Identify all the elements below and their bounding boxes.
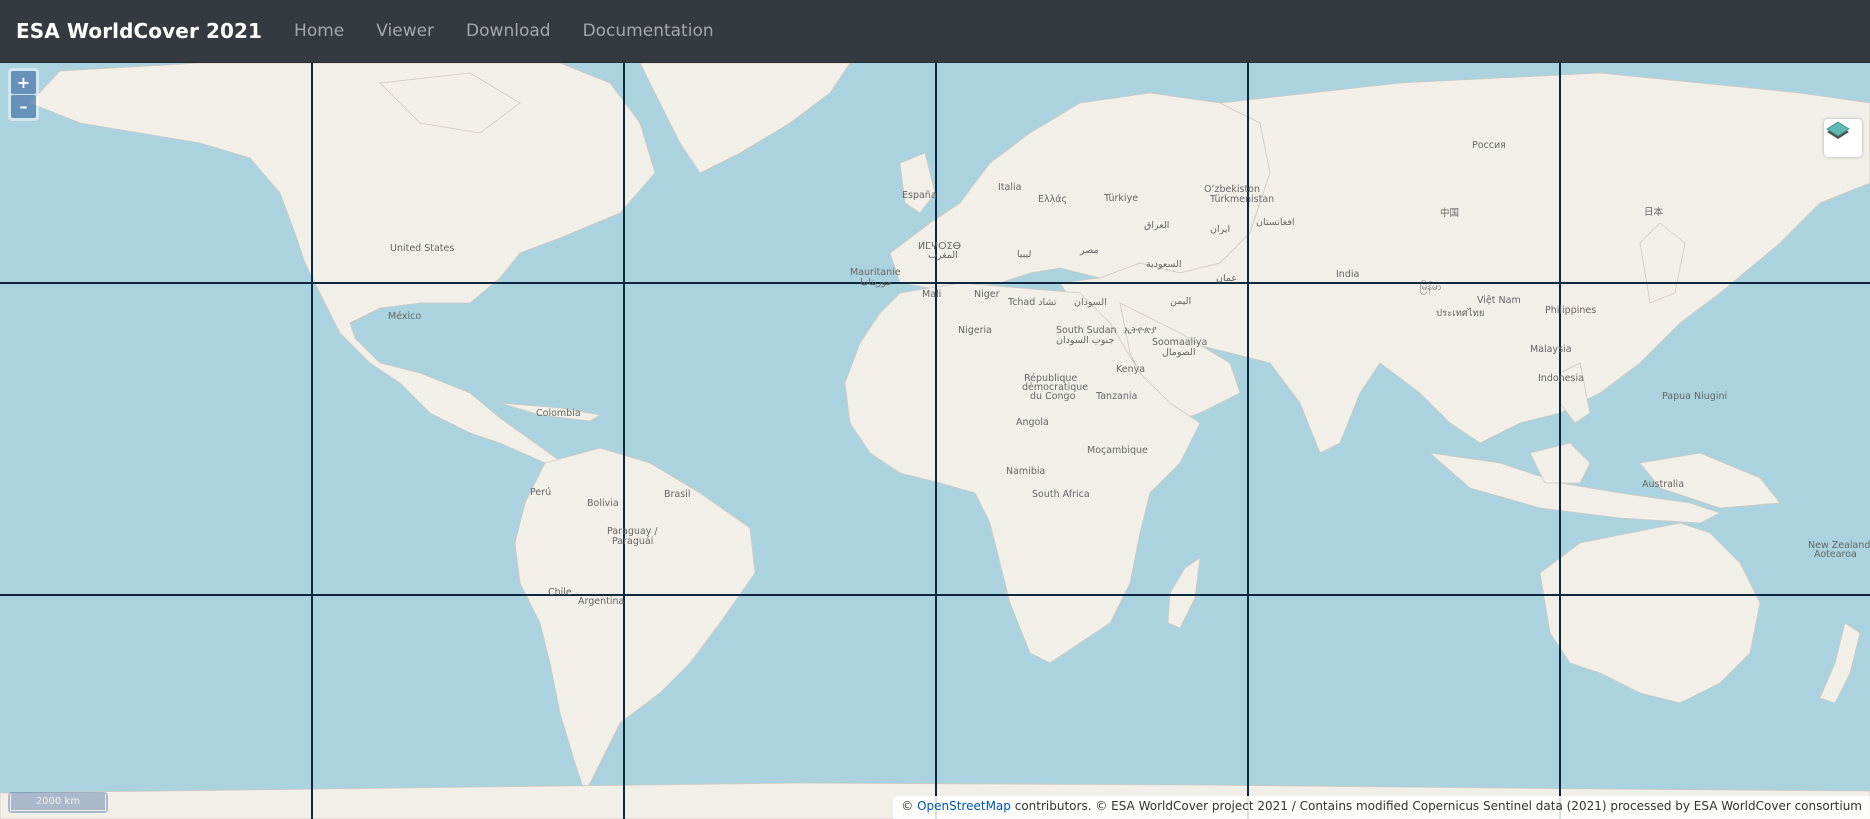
place-label: España (902, 190, 937, 201)
place-label: عمان (1216, 273, 1237, 284)
place-label: الصومال (1162, 347, 1196, 358)
place-label: Paraguái (612, 536, 653, 547)
place-label: السعودية (1146, 259, 1181, 270)
layer-switcher-button[interactable] (1824, 119, 1862, 157)
place-label: Niger (974, 289, 1000, 300)
place-label: Türkiye (1103, 193, 1138, 204)
place-label: ኢትዮጵያ (1124, 325, 1157, 336)
place-label: Kenya (1116, 364, 1145, 375)
place-label: ประเทศไทย (1436, 307, 1484, 319)
place-label: Colombia (536, 408, 581, 419)
place-label: United States (390, 243, 454, 254)
place-label: မြန်မာ (1420, 281, 1441, 294)
place-label: Malaysia (1530, 344, 1572, 355)
place-label: العراق (1144, 220, 1169, 231)
place-label: افغانستان (1256, 217, 1295, 228)
nav-link-download[interactable]: Download (466, 21, 551, 41)
place-label: Italia (998, 182, 1021, 193)
place-label: India (1336, 269, 1359, 280)
place-label: Philippines (1545, 305, 1596, 316)
place-label: Moçambique (1087, 445, 1148, 456)
place-label: Bolivia (587, 498, 619, 509)
place-label: مصر (1079, 245, 1099, 256)
place-label: Mali (922, 289, 941, 300)
attribution-prefix: © (901, 799, 918, 813)
place-label: Brasil (664, 489, 690, 500)
world-basemap: United States México Colombia Perú Boliv… (0, 63, 1870, 819)
place-label: Việt Nam (1477, 295, 1521, 306)
place-label: Tanzania (1095, 391, 1137, 402)
scale-label: 2000 km (10, 794, 106, 811)
place-label: South Africa (1032, 489, 1090, 500)
place-label: ایران (1210, 224, 1230, 235)
place-label: Türkmenistan (1209, 194, 1274, 205)
place-label: موريتانيا (860, 277, 891, 288)
scale-line: 2000 km (8, 792, 108, 813)
attribution-text: contributors. © ESA WorldCover project 2… (1010, 799, 1862, 813)
place-label: 中国 (1440, 207, 1459, 219)
place-label: 日本 (1644, 206, 1664, 218)
place-label: Indonesia (1538, 373, 1584, 384)
place-label: ليبيا (1017, 249, 1031, 260)
layers-icon (1826, 121, 1850, 139)
place-label: Aotearoa (1814, 549, 1857, 560)
place-label: Namibia (1006, 466, 1045, 477)
openstreetmap-link[interactable]: OpenStreetMap (917, 799, 1011, 813)
place-label: Россия (1472, 140, 1506, 151)
zoom-in-button[interactable]: + (11, 71, 36, 94)
place-label: Perú (530, 487, 551, 498)
brand-title[interactable]: ESA WorldCover 2021 (16, 19, 262, 43)
map-viewport[interactable]: United States México Colombia Perú Boliv… (0, 63, 1870, 819)
place-label: Angola (1016, 417, 1049, 428)
place-label: du Congo (1030, 391, 1076, 402)
zoom-control: + – (8, 68, 39, 121)
map-attribution: © OpenStreetMap contributors. © ESA Worl… (893, 796, 1870, 819)
zoom-out-button[interactable]: – (11, 95, 36, 118)
place-label: Argentina (578, 596, 624, 607)
place-label: المغرب (928, 250, 958, 261)
nav-link-viewer[interactable]: Viewer (376, 21, 434, 41)
place-label: Papua Niugini (1662, 391, 1727, 402)
nav-link-home[interactable]: Home (294, 21, 344, 41)
place-label: السودان (1074, 297, 1107, 308)
top-navbar: ESA WorldCover 2021 Home Viewer Download… (0, 0, 1870, 63)
place-label: Nigeria (958, 325, 992, 336)
place-label: Tchad تشاد (1007, 297, 1057, 308)
place-label: Chile (548, 587, 572, 598)
place-label: Ελλάς (1038, 194, 1067, 205)
place-label: México (388, 311, 421, 322)
nav-link-documentation[interactable]: Documentation (583, 21, 714, 41)
place-label: اليمن (1170, 296, 1191, 307)
place-label: جنوب السودان (1056, 335, 1115, 346)
place-label: Australia (1642, 479, 1684, 490)
